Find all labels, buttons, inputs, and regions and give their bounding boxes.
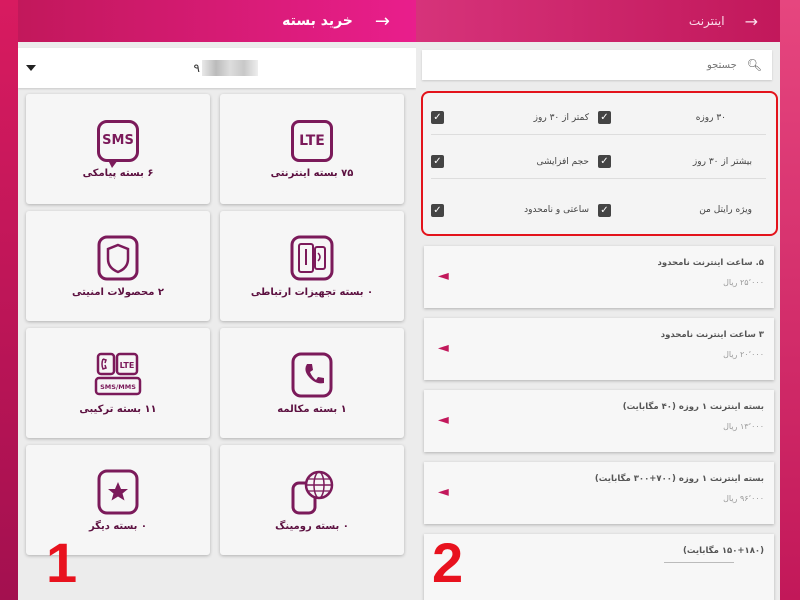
- filter-label: ۳۰ روزه: [695, 112, 726, 123]
- package-item[interactable]: ◄ بسته اینترنت ۱ روزه (۴۰ مگابایت) ۱۳٬۰۰…: [424, 390, 774, 452]
- package-name: ۵. ساعت اینترنت نامحدود: [657, 258, 764, 268]
- filter-label: ویژه رایتل من: [699, 205, 752, 215]
- caret-down-icon[interactable]: [26, 65, 36, 71]
- phone-number-selector[interactable]: ۹: [18, 48, 416, 88]
- combo-package-icon: LTE SMS/MMS: [94, 352, 142, 395]
- step-marker-2: 2: [432, 531, 464, 594]
- search-bar: 🔍︎: [422, 50, 772, 80]
- category-card-internet[interactable]: LTE ۷۵ بسته اینترنتی: [220, 94, 404, 204]
- app-header: خرید بسته →: [18, 0, 416, 42]
- back-arrow-icon[interactable]: →: [375, 11, 390, 32]
- arrow-left-icon: ◄: [438, 484, 449, 500]
- back-arrow-icon[interactable]: →: [745, 12, 758, 31]
- filter-30-day[interactable]: ✓ ۳۰ روزه: [598, 101, 766, 135]
- checkbox-checked-icon[interactable]: ✓: [431, 203, 444, 217]
- arrow-left-icon: ◄: [438, 268, 449, 284]
- category-label: ۶ بسته پیامکی: [82, 167, 154, 179]
- package-item[interactable]: ◄ بسته اینترنت ۱ روزه (۷۰۰+۳۰۰ مگابایت) …: [424, 462, 774, 524]
- sms-icon: SMS: [97, 119, 139, 168]
- checkbox-checked-icon[interactable]: ✓: [431, 155, 444, 168]
- star-icon: [97, 469, 139, 514]
- checkbox-checked-icon[interactable]: ✓: [598, 203, 611, 217]
- phone-number-value: ۹: [194, 60, 258, 76]
- filter-options: ✓ ۳۰ روزه ✓ کمتر از ۳۰ روز ✓ بیشتر از ۳۰…: [421, 91, 778, 236]
- checkbox-checked-icon[interactable]: ✓: [598, 111, 611, 124]
- filter-extra-volume[interactable]: ✓ حجم افزایشی: [431, 145, 599, 179]
- phone-icon: [291, 352, 333, 397]
- category-label: ۰ بسته رومینگ: [275, 520, 349, 532]
- package-name: بسته اینترنت ۱ روزه (۴۰ مگابایت): [622, 402, 764, 412]
- package-name: (۱۵۰+۱۸۰ مگابایت): [683, 546, 764, 556]
- package-price: ۲۰٬۰۰۰ ریال: [723, 350, 764, 359]
- filter-less-30-day[interactable]: ✓ کمتر از ۳۰ روز: [431, 101, 599, 135]
- svg-text:LTE: LTE: [120, 361, 135, 370]
- category-label: ۰ بسته تجهیزات ارتباطی: [250, 286, 374, 298]
- blurred-number: [202, 60, 258, 76]
- filter-label: بیشتر از ۳۰ روز: [692, 156, 752, 167]
- buy-package-screen: خرید بسته → ۹ SMS ۶ بسته پیامکی LTE ۷۵ ب…: [18, 0, 416, 600]
- app-header: اینترنت →: [416, 0, 780, 42]
- category-card-security[interactable]: ۲ محصولات امنیتی: [26, 211, 210, 321]
- package-price: ۱۳٬۰۰۰ ریال: [723, 422, 764, 431]
- filter-label: کمتر از ۳۰ روز: [533, 112, 589, 123]
- right-edge-decoration: [780, 0, 800, 600]
- category-label: ۰ بسته دیگر: [88, 520, 148, 532]
- checkbox-checked-icon[interactable]: ✓: [431, 111, 444, 124]
- usb-device-icon: [290, 235, 334, 280]
- shield-icon: [97, 235, 139, 280]
- filter-hourly-unlimited[interactable]: ✓ ساعتی و نامحدود: [431, 193, 599, 227]
- package-item[interactable]: (۱۵۰+۱۸۰ مگابایت): [424, 534, 774, 600]
- filter-rightel-special[interactable]: ✓ ویژه رایتل من: [598, 193, 766, 227]
- category-label: ۱ بسته مکالمه: [277, 403, 347, 415]
- left-edge-decoration: [0, 0, 18, 600]
- lte-icon: LTE: [291, 119, 333, 162]
- package-name: ۳ ساعت اینترنت نامحدود: [660, 330, 764, 340]
- filter-label: حجم افزایشی: [536, 156, 589, 167]
- category-card-sms[interactable]: SMS ۶ بسته پیامکی: [26, 94, 210, 204]
- category-label: ۲ محصولات امنیتی: [71, 286, 165, 298]
- page-title: اینترنت: [688, 14, 725, 28]
- package-price: ۲۵٬۰۰۰ ریال: [723, 278, 764, 287]
- category-label: ۷۵ بسته اینترنتی: [270, 167, 354, 179]
- divider: [664, 562, 734, 563]
- page-title: خرید بسته: [282, 13, 353, 29]
- package-name: بسته اینترنت ۱ روزه (۷۰۰+۳۰۰ مگابایت): [594, 474, 764, 484]
- phone-prefix: ۹: [193, 61, 200, 75]
- package-price: ۹۶٬۰۰۰ ریال: [723, 494, 764, 503]
- category-card-roaming[interactable]: ۰ بسته رومینگ: [220, 445, 404, 555]
- category-card-combo[interactable]: LTE SMS/MMS ۱۱ بسته ترکیبی: [26, 328, 210, 438]
- internet-packages-screen: اینترنت → 🔍︎ ✓ ۳۰ روزه ✓ کمتر از ۳۰ روز …: [416, 0, 780, 600]
- arrow-left-icon: ◄: [438, 412, 449, 428]
- category-card-devices[interactable]: ۰ بسته تجهیزات ارتباطی: [220, 211, 404, 321]
- arrow-left-icon: ◄: [438, 340, 449, 356]
- filter-more-30-day[interactable]: ✓ بیشتر از ۳۰ روز: [598, 145, 766, 179]
- category-label: ۱۱ بسته ترکیبی: [79, 403, 157, 415]
- checkbox-checked-icon[interactable]: ✓: [598, 155, 611, 168]
- globe-phone-icon: [291, 470, 334, 514]
- package-item[interactable]: ◄ ۳ ساعت اینترنت نامحدود ۲۰٬۰۰۰ ریال: [424, 318, 774, 380]
- search-input[interactable]: [476, 59, 737, 71]
- svg-text:SMS/MMS: SMS/MMS: [100, 383, 136, 391]
- filter-label: ساعتی و نامحدود: [524, 205, 589, 215]
- search-icon[interactable]: 🔍︎: [747, 58, 762, 72]
- step-marker-1: 1: [46, 531, 78, 594]
- category-card-call[interactable]: ۱ بسته مکالمه: [220, 328, 404, 438]
- package-item[interactable]: ◄ ۵. ساعت اینترنت نامحدود ۲۵٬۰۰۰ ریال: [424, 246, 774, 308]
